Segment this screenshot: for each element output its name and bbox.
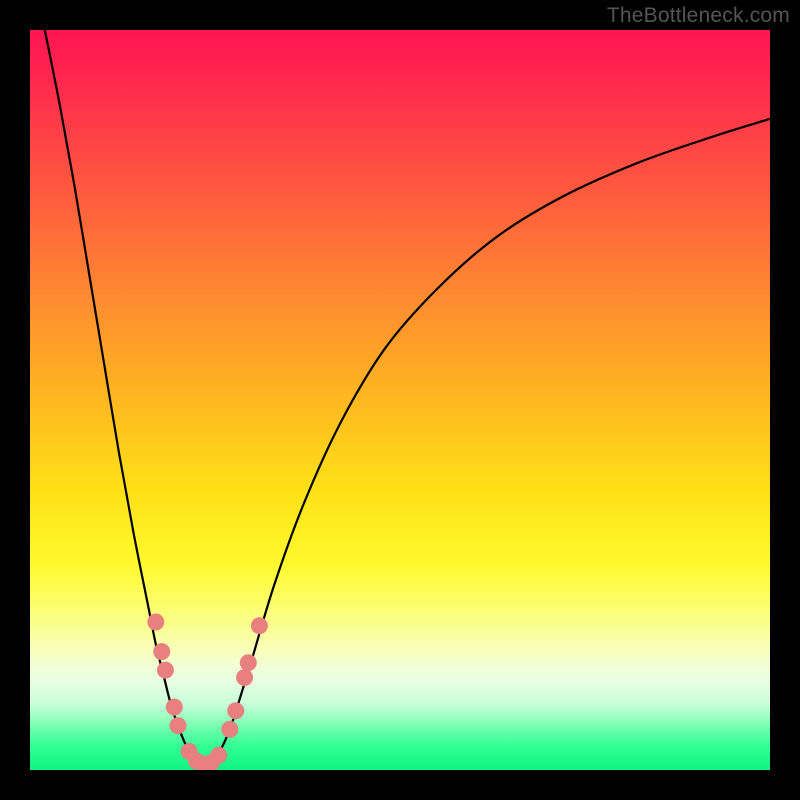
marker-dot [221, 721, 238, 738]
marker-dot [251, 617, 268, 634]
curve-layer [30, 30, 770, 770]
marker-dot [157, 662, 174, 679]
marker-dot [147, 614, 164, 631]
chart-frame: TheBottleneck.com [0, 0, 800, 800]
marker-dots [147, 614, 268, 771]
curve-right [208, 119, 770, 764]
plot-area [30, 30, 770, 770]
marker-dot [210, 747, 227, 764]
marker-dot [166, 699, 183, 716]
marker-dot [236, 669, 253, 686]
watermark-text: TheBottleneck.com [607, 4, 790, 28]
marker-dot [240, 654, 257, 671]
marker-dot [170, 717, 187, 734]
marker-dot [227, 702, 244, 719]
marker-dot [153, 643, 170, 660]
curve-left [45, 30, 200, 764]
